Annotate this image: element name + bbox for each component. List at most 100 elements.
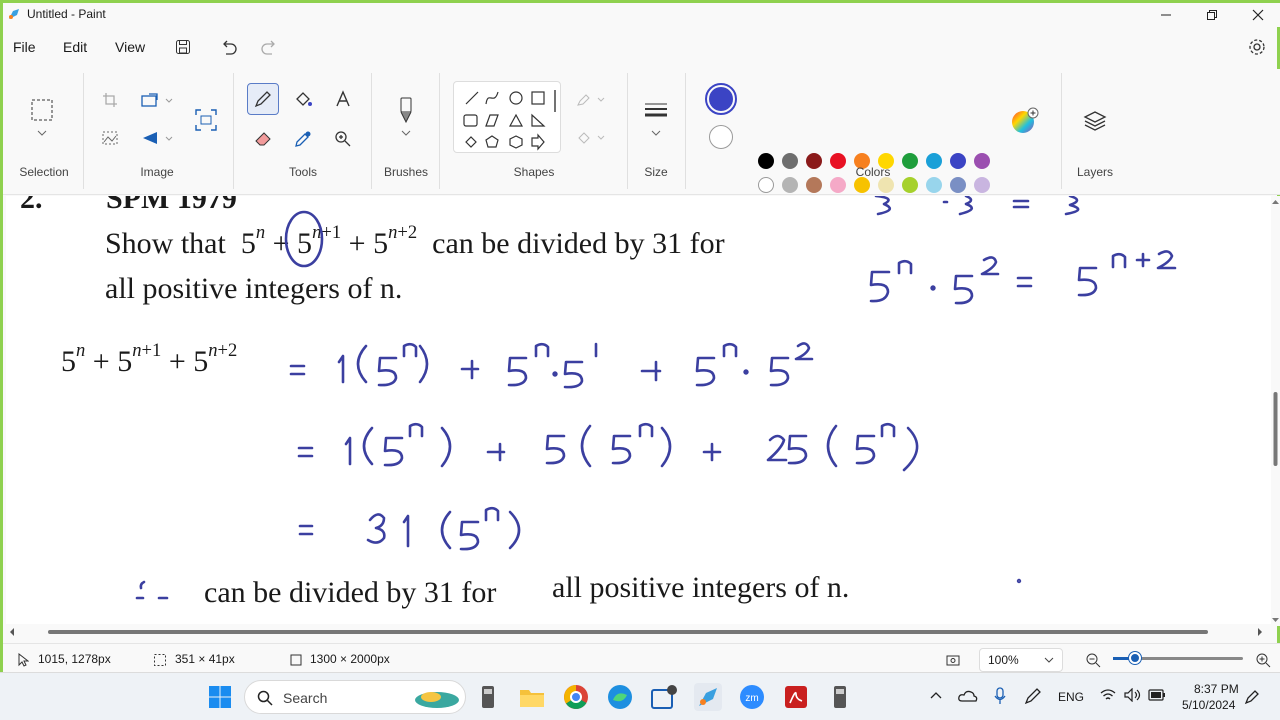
color-swatch[interactable]	[758, 177, 774, 193]
eraser-tool-button[interactable]	[251, 127, 275, 151]
vertical-scrollbar[interactable]	[1271, 196, 1280, 626]
color-swatch[interactable]	[926, 177, 942, 193]
zoom-value: 100%	[988, 653, 1019, 667]
rotate-icon	[143, 132, 157, 144]
secondary-color-button[interactable]	[709, 125, 733, 149]
save-button[interactable]	[171, 35, 195, 59]
menu-view[interactable]: View	[115, 39, 145, 55]
color-swatch[interactable]	[782, 177, 798, 193]
speaker-icon[interactable]	[1124, 688, 1142, 702]
taskbar-search[interactable]: Search	[244, 680, 466, 714]
zoom-slider-thumb[interactable]	[1129, 652, 1141, 664]
drawing-canvas[interactable]: 2. SPM 1979 Show that 5n + 5n+1 + 5n+2 c…	[6, 196, 1274, 624]
group-label-colors: Colors	[855, 165, 891, 179]
color-swatch[interactable]	[806, 153, 822, 169]
menu-edit[interactable]: Edit	[63, 39, 87, 55]
minimize-button[interactable]	[1143, 3, 1189, 27]
title-bar: Untitled - Paint	[3, 3, 1280, 27]
cloud-icon[interactable]	[958, 689, 978, 703]
settings-button[interactable]	[1245, 35, 1269, 59]
pen-icon[interactable]	[1024, 687, 1042, 705]
color-swatch[interactable]	[974, 153, 990, 169]
resize-button[interactable]	[139, 89, 161, 111]
notification-pen-icon[interactable]	[1244, 689, 1260, 705]
color-swatch[interactable]	[950, 153, 966, 169]
color-swatch[interactable]	[974, 177, 990, 193]
cursor-position: 1015, 1278px	[38, 652, 111, 666]
fill-tool-button[interactable]	[291, 87, 315, 111]
taskbar-app-acrobat[interactable]	[782, 683, 810, 711]
shape-outline-button[interactable]	[573, 89, 609, 111]
edit-colors-button[interactable]	[1009, 105, 1041, 137]
color-swatch[interactable]	[806, 177, 822, 193]
color-swatch[interactable]	[854, 177, 870, 193]
crop-button[interactable]	[99, 89, 121, 111]
taskbar-app-paint[interactable]	[694, 683, 722, 711]
search-placeholder: Search	[283, 690, 328, 706]
taskbar-app-file-explorer[interactable]	[518, 683, 546, 711]
image-generator-button[interactable]	[191, 105, 221, 135]
rotate-dropdown[interactable]	[163, 133, 175, 143]
maximize-button[interactable]	[1189, 3, 1235, 27]
magnifier-tool-button[interactable]	[331, 127, 355, 151]
horizontal-scrollbar[interactable]	[6, 625, 1274, 637]
language-indicator[interactable]: ENG	[1058, 690, 1084, 704]
size-button[interactable]	[641, 99, 671, 121]
microphone-icon[interactable]	[994, 687, 1006, 705]
clock-date[interactable]: 5/10/2024	[1182, 698, 1235, 712]
pencil-tool-button[interactable]	[247, 83, 279, 115]
layers-button[interactable]	[1079, 105, 1111, 137]
primary-color-button[interactable]	[705, 83, 737, 115]
taskbar: Search zm ENG 8:37 PM 5/10/2024	[0, 672, 1280, 720]
color-swatch[interactable]	[902, 153, 918, 169]
paint-bucket-icon	[296, 92, 312, 106]
brush-icon	[400, 97, 412, 123]
wifi-icon[interactable]	[1100, 688, 1116, 702]
group-label-image: Image	[140, 165, 174, 179]
zoom-slider[interactable]	[1113, 652, 1243, 664]
undo-button[interactable]	[217, 35, 241, 59]
color-swatch[interactable]	[926, 153, 942, 169]
taskbar-app-phone[interactable]	[826, 683, 854, 711]
color-swatch[interactable]	[902, 177, 918, 193]
color-picker-button[interactable]	[291, 127, 315, 151]
ink-top-right-2	[869, 250, 1177, 305]
text-tool-button[interactable]	[331, 87, 355, 111]
taskbar-app-zoom[interactable]: zm	[738, 683, 766, 711]
image-select-button[interactable]	[99, 127, 121, 149]
fit-to-window-icon[interactable]	[945, 652, 961, 668]
redo-button[interactable]	[257, 35, 281, 59]
status-bar: 1015, 1278px 351 × 41px 1300 × 2000px 10…	[3, 643, 1280, 675]
rotate-button[interactable]	[139, 127, 161, 149]
close-button[interactable]	[1235, 3, 1280, 27]
resize-icon	[141, 93, 158, 107]
zoom-select[interactable]: 100%	[979, 648, 1063, 672]
group-label-tools: Tools	[288, 165, 317, 179]
color-swatch[interactable]	[950, 177, 966, 193]
color-swatch[interactable]	[758, 153, 774, 169]
group-label-brushes: Brushes	[383, 165, 429, 179]
zoom-out-icon[interactable]	[1085, 652, 1101, 668]
color-swatch[interactable]	[782, 153, 798, 169]
zoom-in-icon[interactable]	[1255, 652, 1271, 668]
primary-color-swatch	[709, 87, 733, 111]
taskbar-app-calculator[interactable]	[474, 683, 502, 711]
selection-dropdown[interactable]	[35, 127, 49, 139]
menu-file[interactable]: File	[13, 39, 36, 55]
brushes-dropdown[interactable]	[399, 127, 413, 139]
battery-icon[interactable]	[1148, 689, 1166, 701]
clock-time[interactable]: 8:37 PM	[1194, 682, 1239, 696]
taskbar-app-snipping[interactable]	[650, 683, 678, 711]
color-swatch[interactable]	[830, 177, 846, 193]
color-swatch[interactable]	[878, 177, 894, 193]
resize-dropdown[interactable]	[163, 95, 175, 105]
taskbar-app-edge[interactable]	[606, 683, 634, 711]
start-button[interactable]	[206, 683, 234, 711]
size-dropdown[interactable]	[649, 127, 663, 139]
brushes-button[interactable]	[391, 95, 421, 125]
select-tool-button[interactable]	[27, 95, 57, 125]
chevron-up-icon[interactable]	[930, 691, 942, 699]
taskbar-app-chrome[interactable]	[562, 683, 590, 711]
shape-fill-button[interactable]	[573, 127, 609, 149]
zoom-app-icon: zm	[740, 685, 764, 709]
